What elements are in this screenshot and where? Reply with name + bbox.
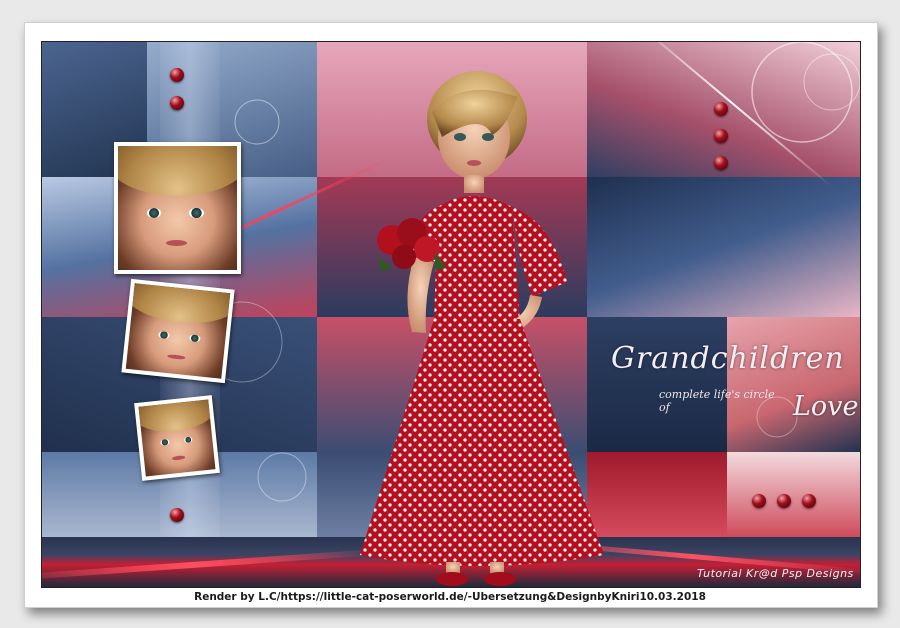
red-bead xyxy=(714,102,728,116)
red-bead xyxy=(777,494,791,508)
red-bead xyxy=(170,508,184,522)
artwork-title: Grandchildren xyxy=(611,341,845,376)
red-bead xyxy=(170,96,184,110)
red-bead xyxy=(170,68,184,82)
tutorial-watermark: Tutorial Kr@d Psp Designs xyxy=(697,567,854,580)
red-bead xyxy=(802,494,816,508)
portrait-photo-medium xyxy=(121,278,235,384)
red-bead xyxy=(752,494,766,508)
credit-line: Render by L.C/https://little-cat-poserwo… xyxy=(194,591,706,603)
artwork-title-love: Love xyxy=(793,391,859,422)
red-bead xyxy=(714,156,728,170)
portrait-photo-large xyxy=(114,142,241,274)
artwork-subtitle: complete life's circle of xyxy=(659,388,775,414)
red-bead xyxy=(714,129,728,143)
girl-figure xyxy=(360,71,604,586)
portrait-photo-small xyxy=(134,395,220,481)
artwork-canvas: Grandchildren complete life's circle of … xyxy=(41,41,861,588)
